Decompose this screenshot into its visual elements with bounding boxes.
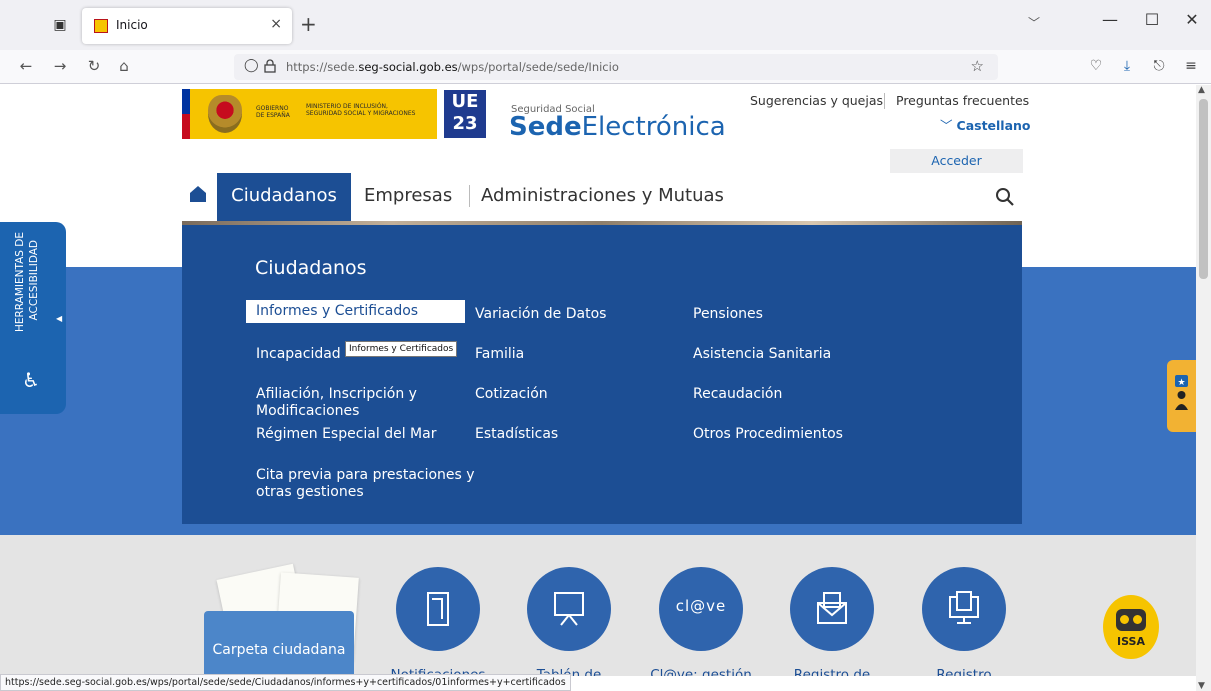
acceder-button[interactable]: Acceder bbox=[890, 149, 1023, 173]
reload-icon[interactable]: ↻ bbox=[84, 57, 104, 75]
menu-icon[interactable]: ≡ bbox=[1182, 58, 1200, 74]
browser-nav-bar: ← → ↻ ⌂ ◯ https://sede.seg-social.gob.es… bbox=[0, 50, 1211, 84]
menu-incapacidad[interactable]: Incapacidad bbox=[256, 346, 341, 363]
megamenu-title: Ciudadanos bbox=[255, 257, 367, 279]
envelope-icon bbox=[817, 592, 847, 624]
nav-empresas[interactable]: Empresas bbox=[364, 185, 452, 206]
svg-text:★: ★ bbox=[1177, 378, 1185, 388]
chevron-down-icon: ﹀ bbox=[940, 118, 953, 133]
sugerencias-link[interactable]: Sugerencias y quejas bbox=[750, 93, 883, 108]
menu-familia[interactable]: Familia bbox=[475, 346, 524, 363]
divider bbox=[884, 93, 885, 109]
close-window-icon[interactable]: ✕ bbox=[1177, 10, 1207, 29]
new-tab-button[interactable]: + bbox=[300, 12, 317, 36]
minimize-icon[interactable]: — bbox=[1095, 10, 1125, 29]
tab-title: Inicio bbox=[116, 18, 148, 32]
language-selector[interactable]: ﹀ Castellano bbox=[940, 115, 1031, 134]
forward-arrow-icon[interactable]: → bbox=[50, 57, 70, 75]
close-tab-icon[interactable]: × bbox=[270, 16, 282, 32]
document-icon bbox=[427, 592, 449, 626]
accessibility-tools-tab[interactable]: HERRAMIENTAS DE ACCESIBILIDAD ◀ ♿ bbox=[0, 222, 66, 414]
maximize-icon[interactable]: ☐ bbox=[1137, 10, 1167, 29]
menu-recaudacion[interactable]: Recaudación bbox=[693, 386, 782, 403]
accessibility-icon: ♿ bbox=[22, 368, 40, 392]
pocket-icon[interactable]: ♡ bbox=[1087, 58, 1105, 74]
tracking-shield-icon[interactable]: ◯ bbox=[244, 58, 259, 73]
vertical-scrollbar[interactable]: ▲ ▼ bbox=[1196, 85, 1211, 691]
menu-estadisticas[interactable]: Estadísticas bbox=[475, 426, 558, 443]
search-icon[interactable] bbox=[995, 187, 1015, 207]
back-arrow-icon[interactable]: ← bbox=[16, 57, 36, 75]
registro2-link[interactable]: Registro bbox=[904, 667, 1024, 676]
scroll-thumb[interactable] bbox=[1199, 99, 1208, 279]
nav-administraciones[interactable]: Administraciones y Mutuas bbox=[481, 185, 724, 206]
chevron-down-icon[interactable]: ﹀ bbox=[1028, 14, 1040, 31]
spain-flag-icon bbox=[182, 89, 190, 139]
address-bar[interactable]: ◯ https://sede.seg-social.gob.es/wps/por… bbox=[234, 54, 998, 80]
tablon-circle[interactable] bbox=[527, 567, 611, 651]
home-page-icon[interactable]: ⌂ bbox=[114, 57, 134, 75]
monitor-document-icon bbox=[949, 591, 979, 624]
gobierno-logo[interactable]: GOBIERNO DE ESPAÑA MINISTERIO DE INCLUSI… bbox=[182, 89, 437, 139]
robot-icon bbox=[1116, 609, 1146, 631]
web-page: GOBIERNO DE ESPAÑA MINISTERIO DE INCLUSI… bbox=[0, 85, 1196, 676]
ministerio-text: MINISTERIO DE INCLUSIÓN, SEGURIDAD SOCIA… bbox=[306, 103, 416, 117]
person-star-icon: ★ bbox=[1175, 375, 1188, 410]
gobierno-text: GOBIERNO DE ESPAÑA bbox=[256, 105, 290, 119]
clave-circle[interactable]: cl@ve bbox=[659, 567, 743, 651]
scroll-down-icon[interactable]: ▼ bbox=[1198, 681, 1205, 691]
carpeta-label: Carpeta ciudadana bbox=[212, 642, 346, 658]
browser-tab-bar: ▣ Inicio × + ﹀ — ☐ ✕ bbox=[0, 0, 1211, 50]
menu-regimen-mar[interactable]: Régimen Especial del Mar bbox=[256, 426, 436, 443]
bookmark-star-icon[interactable]: ☆ bbox=[971, 57, 984, 75]
scroll-up-icon[interactable]: ▲ bbox=[1198, 85, 1205, 95]
feedback-helper-tab[interactable]: ★ bbox=[1167, 360, 1196, 432]
download-icon[interactable]: ⤓ bbox=[1118, 58, 1136, 74]
menu-pensiones[interactable]: Pensiones bbox=[693, 306, 763, 323]
favicon-icon bbox=[94, 19, 108, 33]
folder-icon: Carpeta ciudadana bbox=[204, 611, 354, 676]
nav-ciudadanos[interactable]: Ciudadanos bbox=[217, 173, 351, 221]
clave-logo: cl@ve bbox=[675, 597, 727, 615]
menu-informes-certificados[interactable]: Informes y Certificados bbox=[246, 300, 465, 323]
issa-label: ISSA bbox=[1117, 635, 1145, 648]
divider bbox=[469, 185, 470, 207]
eu-presidency-logo[interactable]: UE 23 bbox=[444, 90, 486, 138]
board-icon bbox=[554, 592, 584, 626]
carpeta-ciudadana[interactable]: Carpeta ciudadana bbox=[182, 563, 382, 676]
coat-of-arms-icon bbox=[208, 95, 242, 133]
tab-list-icon[interactable]: ▣ bbox=[50, 15, 70, 35]
home-icon[interactable] bbox=[189, 185, 207, 203]
sede-logo[interactable]: SedeElectrónica bbox=[509, 112, 726, 142]
menu-cotizacion[interactable]: Cotización bbox=[475, 386, 548, 403]
browser-tab-inicio[interactable]: Inicio × bbox=[82, 8, 292, 44]
menu-afiliacion[interactable]: Afiliación, Inscripción y Modificaciones bbox=[256, 386, 446, 420]
registro2-circle[interactable] bbox=[922, 567, 1006, 651]
registro-link[interactable]: Registro de bbox=[772, 667, 892, 676]
menu-cita-previa[interactable]: Cita previa para prestaciones y otras ge… bbox=[256, 467, 476, 501]
menu-otros-procedimientos[interactable]: Otros Procedimientos bbox=[693, 426, 843, 443]
extensions-icon[interactable]: ⎋ bbox=[1150, 58, 1168, 74]
lock-icon[interactable] bbox=[264, 59, 276, 73]
faq-link[interactable]: Preguntas frecuentes bbox=[896, 93, 1029, 108]
tooltip: Informes y Certificados bbox=[345, 341, 458, 357]
status-bar-url: https://sede.seg-social.gob.es/wps/porta… bbox=[0, 674, 571, 691]
ciudadanos-megamenu: Ciudadanos Informes y Certificados Incap… bbox=[182, 225, 1022, 524]
registro-circle[interactable] bbox=[790, 567, 874, 651]
notificaciones-circle[interactable] bbox=[396, 567, 480, 651]
url-text[interactable]: https://sede.seg-social.gob.es/wps/porta… bbox=[286, 60, 619, 74]
clave-link[interactable]: Cl@ve: gestión bbox=[641, 667, 761, 676]
menu-variacion-datos[interactable]: Variación de Datos bbox=[475, 306, 606, 323]
issa-chatbot-button[interactable]: ISSA bbox=[1103, 595, 1159, 659]
menu-asistencia-sanitaria[interactable]: Asistencia Sanitaria bbox=[693, 346, 831, 363]
accessibility-label: HERRAMIENTAS DE ACCESIBILIDAD bbox=[14, 232, 40, 333]
collapse-arrow-icon: ◀ bbox=[56, 314, 63, 323]
